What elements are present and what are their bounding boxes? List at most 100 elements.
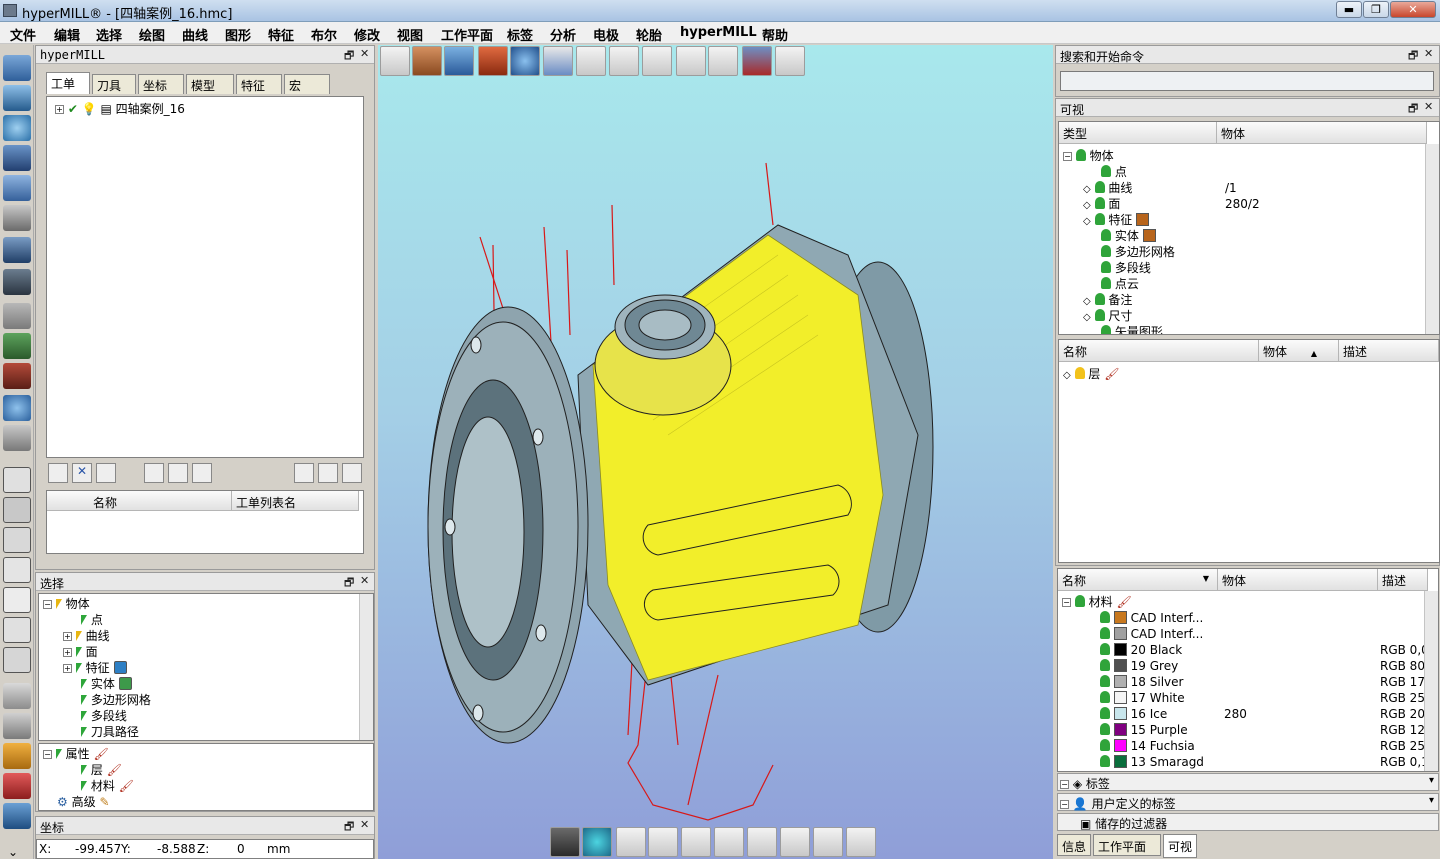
material-row[interactable]: 20 Black RGB 0,0	[1100, 642, 1430, 658]
stack-icon[interactable]	[3, 145, 31, 171]
light-icon[interactable]	[3, 743, 31, 769]
col-name[interactable]: 名称	[1059, 340, 1259, 362]
float-icon[interactable]: 🗗	[1408, 47, 1418, 66]
visible-row[interactable]: − 物体	[1063, 148, 1114, 164]
panel-close-icon[interactable]: ✕	[360, 818, 369, 831]
col-desc[interactable]: 描述	[1378, 569, 1428, 591]
visible-row[interactable]: ◇ 曲线/1	[1083, 180, 1423, 196]
job-list-icon[interactable]	[48, 463, 68, 483]
render-icon[interactable]	[3, 803, 31, 829]
menu-curve[interactable]: 曲线	[182, 22, 208, 44]
simulate-icon[interactable]	[192, 463, 212, 483]
material-row[interactable]: 18 Silver RGB 17(	[1100, 674, 1430, 690]
undo-arc-icon[interactable]	[3, 175, 31, 201]
expand-icon[interactable]: +	[55, 105, 64, 114]
col-name[interactable]: 名称 ▼	[1058, 569, 1218, 591]
tool-icon[interactable]	[3, 205, 31, 231]
col-object[interactable]: 物体 ▲	[1259, 340, 1339, 362]
prop-item-material[interactable]: 材料 🖌	[81, 778, 134, 794]
col-name[interactable]: 名称	[47, 491, 232, 511]
chevron-down-icon[interactable]: ⌄	[8, 845, 18, 859]
tab-workplane[interactable]: 工作平面	[1093, 834, 1161, 856]
prop-item-advanced[interactable]: ⚙ 高级 ✎	[57, 794, 110, 810]
material-row[interactable]: 13 Smaragd RGB 0,1	[1100, 754, 1430, 770]
pencil-icon[interactable]	[813, 827, 843, 857]
col-object[interactable]: 物体	[1218, 569, 1378, 591]
float-icon[interactable]: 🗗	[344, 47, 354, 66]
viewport[interactable]	[378, 45, 1053, 859]
menu-file[interactable]: 文件	[10, 22, 36, 44]
tab-macro[interactable]: 宏	[284, 74, 330, 94]
wand-icon[interactable]	[144, 463, 164, 483]
select-item-solid[interactable]: 实体	[81, 676, 132, 692]
menu-feature[interactable]: 特征	[268, 22, 294, 44]
globe-icon[interactable]	[582, 827, 612, 857]
part-model[interactable]	[378, 45, 1053, 859]
col-object[interactable]: 物体	[1217, 122, 1427, 144]
material-row[interactable]: CAD Interf...	[1100, 610, 1430, 626]
top-cube-icon[interactable]	[3, 617, 31, 643]
user-labels-bar[interactable]: − 👤 用户定义的标签 ▾	[1057, 793, 1439, 811]
select-item-curve[interactable]: + 曲线	[63, 628, 110, 644]
menu-select[interactable]: 选择	[96, 22, 122, 44]
menu-tire[interactable]: 轮胎	[636, 22, 662, 44]
labels-bar[interactable]: − ◈ 标签 ▾	[1057, 773, 1439, 791]
col-type[interactable]: 类型	[1059, 122, 1217, 144]
tab-tools[interactable]: 刀具	[92, 74, 136, 94]
copy-icon[interactable]	[168, 463, 188, 483]
select-item-polyline[interactable]: 多段线	[81, 708, 127, 724]
material-row[interactable]: 19 Grey RGB 80,	[1100, 658, 1430, 674]
menu-view[interactable]: 视图	[397, 22, 423, 44]
machine-icon[interactable]	[3, 269, 31, 295]
visible-row[interactable]: 矢量图形	[1101, 324, 1163, 334]
delete-icon[interactable]: ✕	[72, 463, 92, 483]
robot-icon[interactable]	[3, 363, 31, 389]
probe-point-icon[interactable]	[747, 827, 777, 857]
list-icon[interactable]	[3, 55, 31, 81]
circle-snap-icon[interactable]	[3, 713, 31, 739]
select-item-point[interactable]: 点	[81, 612, 103, 628]
report-icon[interactable]	[3, 425, 31, 451]
float-icon[interactable]: 🗗	[1408, 100, 1418, 119]
visible-row[interactable]: ◇ 备注	[1083, 292, 1132, 308]
shade-icon[interactable]	[550, 827, 580, 857]
paint-icon[interactable]	[3, 773, 31, 799]
float-icon[interactable]: 🗗	[344, 818, 354, 837]
menu-help[interactable]: 帮助	[762, 22, 788, 44]
select-item-feature[interactable]: + 特征	[63, 660, 127, 676]
fixture-icon[interactable]	[780, 827, 810, 857]
menu-label[interactable]: 标签	[507, 22, 533, 44]
material-row[interactable]: 14 Fuchsia RGB 25!	[1100, 738, 1430, 754]
front-cube-icon[interactable]	[3, 557, 31, 583]
edit-icon[interactable]	[96, 463, 116, 483]
visible-row[interactable]: 实体	[1101, 228, 1156, 244]
mill-icon[interactable]	[3, 85, 31, 111]
export-icon[interactable]	[318, 463, 338, 483]
material-row[interactable]: CAD Interf...	[1100, 626, 1430, 642]
menu-draw[interactable]: 绘图	[139, 22, 165, 44]
col-joblist[interactable]: 工单列表名	[232, 491, 359, 511]
probe-icon[interactable]	[3, 115, 31, 141]
visible-row[interactable]: 点	[1101, 164, 1127, 180]
visible-row[interactable]: ◇ 尺寸	[1083, 308, 1132, 324]
layer-row[interactable]: ◇ 层 🖌	[1063, 366, 1119, 382]
search-input[interactable]	[1060, 71, 1434, 91]
select-item-object[interactable]: − 物体	[43, 596, 90, 612]
panel-close-icon[interactable]: ✕	[1424, 47, 1433, 60]
tab-jobs[interactable]: 工单	[46, 72, 90, 94]
menu-boolean[interactable]: 布尔	[311, 22, 337, 44]
select-item-face[interactable]: + 面	[63, 644, 98, 660]
persp-cube-icon[interactable]	[3, 647, 31, 673]
panel-close-icon[interactable]: ✕	[1424, 100, 1433, 113]
visible-row[interactable]: ◇ 特征	[1083, 212, 1150, 228]
snap-icon[interactable]	[3, 683, 31, 709]
material-root[interactable]: − 材料 🖌	[1062, 594, 1132, 610]
tab-model[interactable]: 模型	[186, 74, 234, 94]
menu-edit[interactable]: 编辑	[54, 22, 80, 44]
col-desc[interactable]: 描述	[1339, 340, 1439, 362]
float-icon[interactable]: 🗗	[344, 574, 354, 593]
help-icon[interactable]	[3, 395, 31, 421]
star-icon[interactable]	[681, 827, 711, 857]
tab-visible[interactable]: 可视	[1163, 834, 1197, 858]
menu-shape[interactable]: 图形	[225, 22, 251, 44]
